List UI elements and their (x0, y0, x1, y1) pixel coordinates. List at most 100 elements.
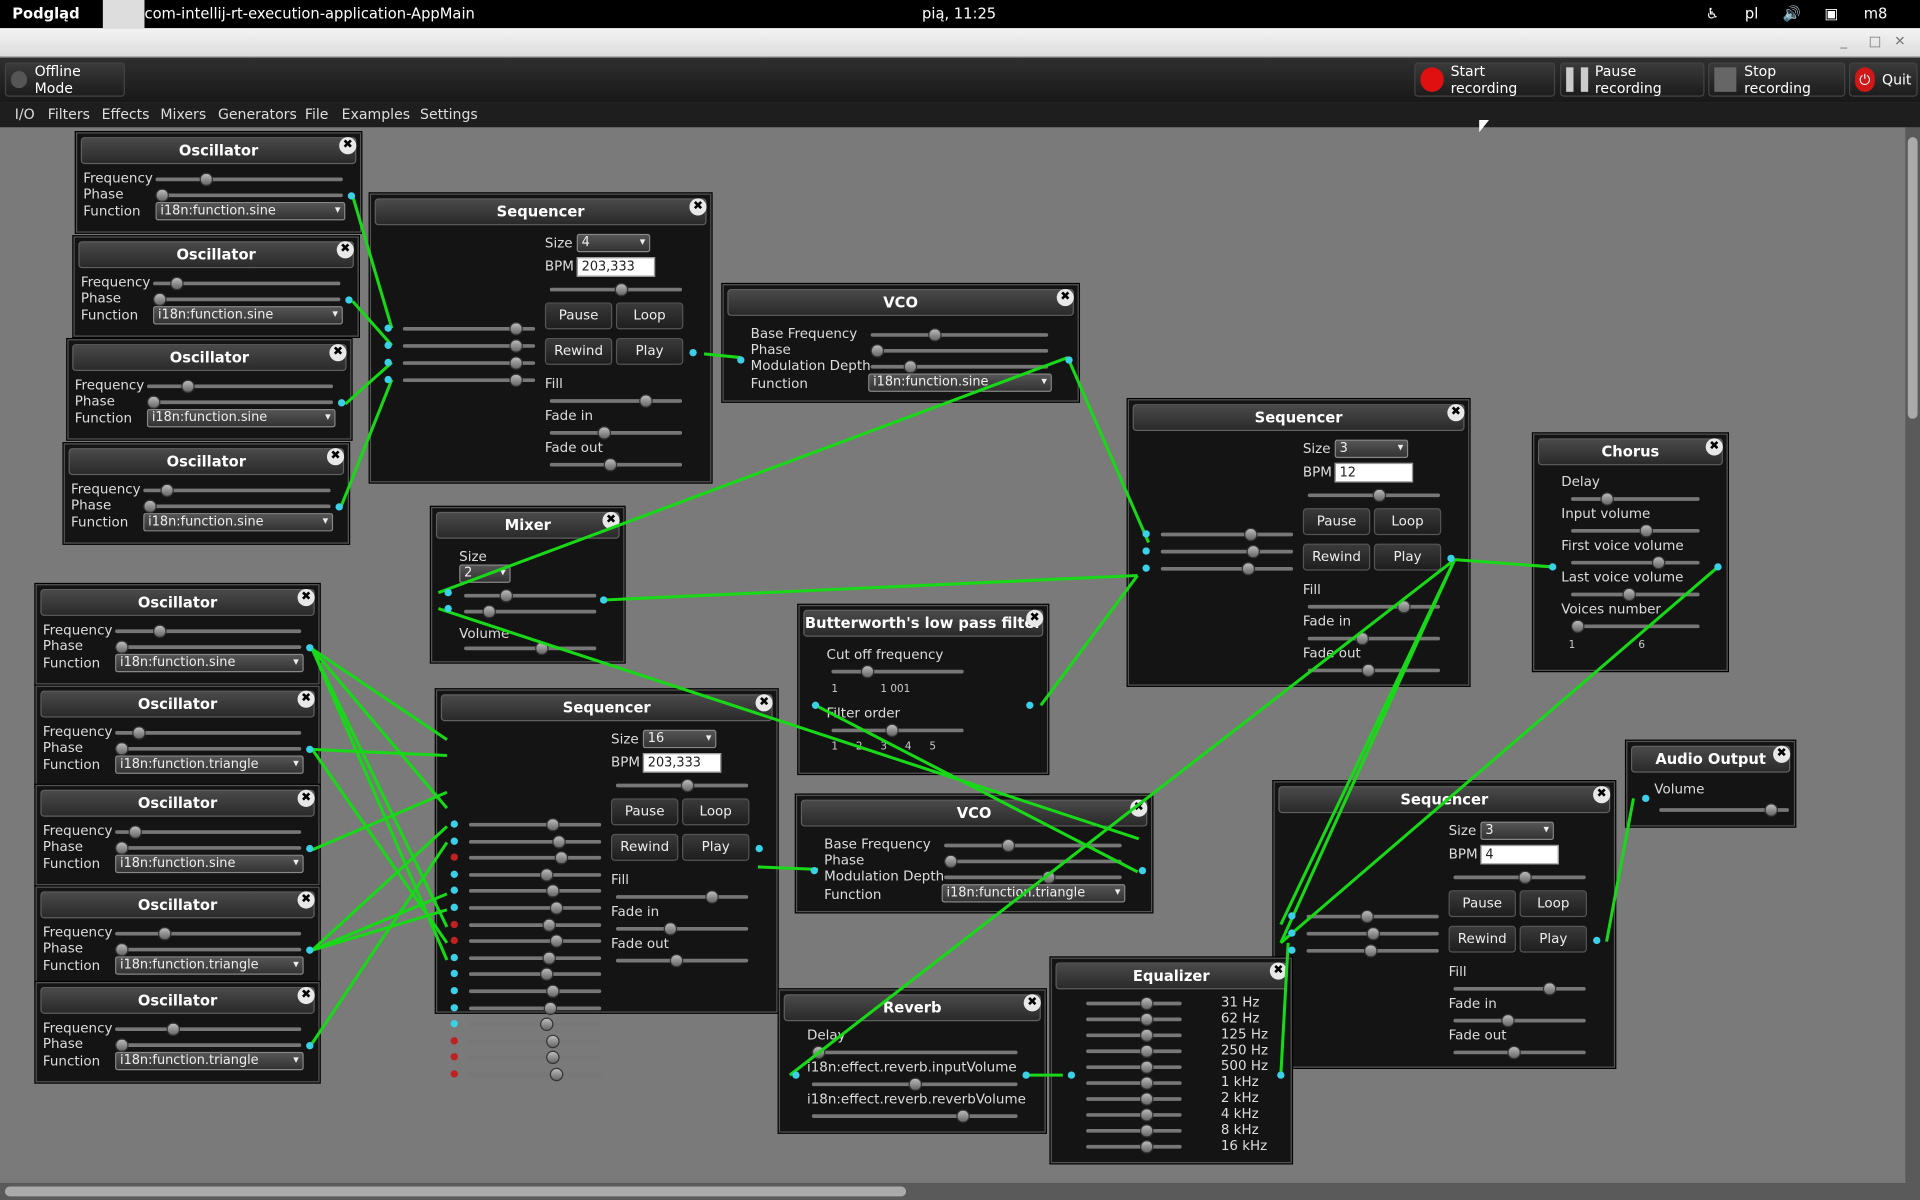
slider-knob[interactable] (669, 953, 683, 968)
port[interactable] (792, 1071, 800, 1079)
vco[interactable]: VCO ✖ Base Frequency Phase Modulation Depth F… (722, 284, 1079, 402)
pause-button[interactable]: Pause (611, 798, 679, 826)
slider-knob[interactable] (1640, 524, 1654, 538)
slider[interactable] (1086, 1012, 1182, 1027)
slider-knob[interactable] (153, 292, 167, 307)
close-icon[interactable]: ✖ (297, 588, 315, 607)
slider[interactable] (549, 282, 683, 297)
size-select[interactable]: 16 (642, 729, 717, 749)
close-icon[interactable]: ✖ (1593, 786, 1611, 804)
slider[interactable] (1086, 1044, 1182, 1058)
slider[interactable] (1086, 1092, 1182, 1106)
slider-knob[interactable] (1396, 600, 1411, 614)
function-select[interactable]: i18n:function.sine (868, 373, 1052, 392)
rewind-button[interactable]: Rewind (611, 833, 679, 861)
close-icon[interactable]: ✖ (336, 241, 354, 259)
slider[interactable] (1571, 555, 1700, 570)
sequencer[interactable]: Sequencer✖ Size3BPM4 PauseLoopRewindPlay Fi… (1273, 781, 1616, 1068)
slider-knob[interactable] (1139, 1124, 1153, 1138)
slider[interactable] (615, 778, 749, 793)
close-icon[interactable]: ✖ (1026, 609, 1044, 627)
slider[interactable] (944, 870, 1122, 885)
loop-button[interactable]: Loop (615, 302, 684, 330)
slider[interactable] (153, 276, 341, 291)
sequencer[interactable]: Sequencer✖ Size4BPM203,333 PauseLoopRewind… (369, 193, 712, 483)
slider[interactable] (115, 1038, 302, 1052)
slider[interactable] (468, 917, 602, 932)
slider[interactable] (1307, 600, 1441, 614)
port[interactable] (1067, 1071, 1076, 1079)
minimize-icon[interactable]: _ (1840, 33, 1847, 49)
language-indicator[interactable]: pl (1745, 5, 1758, 22)
size-select[interactable]: 3 (1480, 821, 1554, 841)
slider[interactable] (1571, 524, 1700, 538)
oscillator-title[interactable]: Oscillator (78, 241, 354, 269)
quit-button[interactable]: ⏻ Quit (1848, 62, 1918, 97)
slider-knob[interactable] (115, 841, 129, 855)
function-select[interactable]: i18n:function.sine (115, 854, 304, 874)
function-select[interactable]: i18n:function.triangle (115, 956, 304, 975)
slider-knob[interactable] (499, 588, 514, 603)
slider[interactable] (1086, 1140, 1182, 1154)
slider-knob[interactable] (811, 1045, 826, 1060)
slider[interactable] (468, 884, 602, 899)
slider[interactable] (1571, 587, 1700, 602)
slider[interactable] (468, 1001, 602, 1015)
close-icon[interactable]: ✖ (755, 694, 773, 712)
slider[interactable] (155, 188, 343, 203)
slider-knob[interactable] (542, 917, 557, 932)
oscillator-title[interactable]: Oscillator (40, 690, 315, 718)
slider-knob[interactable] (549, 934, 564, 948)
function-select[interactable]: i18n:function.sine (146, 408, 336, 428)
slider-knob[interactable] (1361, 663, 1375, 678)
slider-knob[interactable] (554, 851, 568, 865)
oscillator-title[interactable]: Oscillator (72, 344, 347, 372)
start-recording-button[interactable]: Start recording (1414, 62, 1556, 97)
slider-knob[interactable] (1139, 1108, 1153, 1122)
slider-knob[interactable] (1363, 944, 1378, 958)
oscillator-title[interactable]: Oscillator (40, 891, 315, 919)
rewind-button[interactable]: Rewind (1448, 925, 1516, 953)
slider[interactable] (115, 926, 302, 941)
slider[interactable] (468, 1017, 602, 1032)
volume-icon[interactable]: 🔊 (1783, 5, 1801, 22)
close-icon[interactable]: ✖ (297, 690, 315, 708)
slider-knob[interactable] (115, 942, 129, 957)
slider[interactable] (1086, 1060, 1182, 1074)
slider-knob[interactable] (1518, 870, 1533, 885)
play-button[interactable]: Play (682, 833, 750, 861)
slider[interactable] (115, 742, 302, 756)
equalizer[interactable]: Equalizer ✖ 31 Hz 62 Hz 125 Hz 250 Hz 500 Hz 1 … (1050, 957, 1292, 1164)
slider-knob[interactable] (1355, 631, 1369, 646)
slider[interactable] (468, 1034, 602, 1048)
slider-knob[interactable] (546, 984, 560, 998)
slider[interactable] (1307, 488, 1441, 503)
slider[interactable] (464, 641, 597, 656)
slider-knob[interactable] (509, 373, 524, 387)
function-select[interactable]: i18n:function.sine (115, 653, 304, 673)
port[interactable] (450, 986, 458, 995)
slider-knob[interactable] (166, 1022, 181, 1036)
port[interactable] (1142, 564, 1150, 572)
slider[interactable] (115, 726, 302, 740)
slider-knob[interactable] (540, 967, 554, 982)
slider[interactable] (468, 951, 602, 965)
mixer-title[interactable]: Mixer (435, 511, 620, 539)
port[interactable] (347, 192, 356, 200)
slider[interactable] (468, 851, 602, 865)
port[interactable] (337, 399, 346, 407)
slider-knob[interactable] (509, 356, 524, 370)
slider-knob[interactable] (1243, 527, 1258, 542)
play-button[interactable]: Play (1519, 925, 1587, 953)
slider-knob[interactable] (115, 1038, 129, 1052)
vertical-scrollbar[interactable] (1905, 127, 1920, 1183)
stop-recording-button[interactable]: Stop recording (1708, 62, 1846, 97)
port[interactable] (810, 866, 818, 875)
slider[interactable] (146, 395, 334, 409)
close-icon[interactable]: ✖ (329, 344, 347, 362)
port[interactable] (450, 920, 458, 928)
slider-knob[interactable] (552, 834, 566, 849)
slider[interactable] (615, 953, 749, 968)
slider[interactable] (146, 379, 334, 394)
port[interactable] (444, 588, 452, 597)
